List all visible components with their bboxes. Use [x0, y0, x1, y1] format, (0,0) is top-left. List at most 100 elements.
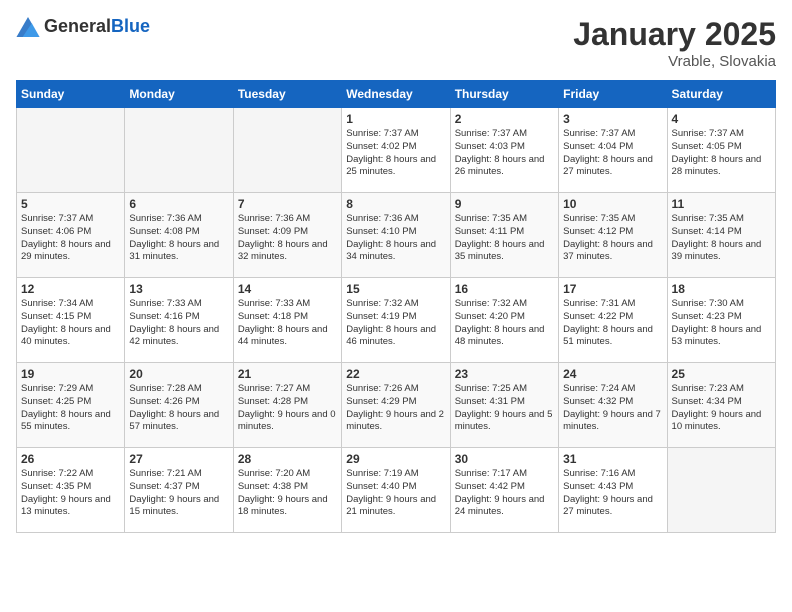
calendar-cell: 9 Sunrise: 7:35 AMSunset: 4:11 PMDaylight…: [450, 193, 558, 278]
day-info: Sunrise: 7:36 AMSunset: 4:08 PMDaylight:…: [129, 213, 228, 264]
day-info: Sunrise: 7:37 AMSunset: 4:02 PMDaylight:…: [346, 128, 445, 179]
column-header-sunday: Sunday: [17, 81, 125, 108]
calendar-cell: 10Sunrise: 7:35 AMSunset: 4:12 PMDayligh…: [559, 193, 667, 278]
day-number: 11: [672, 197, 771, 211]
column-header-thursday: Thursday: [450, 81, 558, 108]
day-info: Sunrise: 7:32 AMSunset: 4:19 PMDaylight:…: [346, 298, 445, 349]
calendar-title: January 2025: [573, 16, 776, 53]
day-info: Sunrise: 7:35 AMSunset: 4:14 PMDaylight:…: [672, 213, 771, 264]
day-info: Sunrise: 7:21 AMSunset: 4:37 PMDaylight:…: [129, 468, 228, 519]
page-header: GeneralBlue January 2025 Vrable, Slovaki…: [16, 16, 776, 70]
day-info: Sunrise: 7:31 AMSunset: 4:22 PMDaylight:…: [563, 298, 662, 349]
calendar-cell: [17, 108, 125, 193]
calendar-cell: 2Sunrise: 7:37 AMSunset: 4:03 PMDaylight…: [450, 108, 558, 193]
day-info: Sunrise: 7:16 AMSunset: 4:43 PMDaylight:…: [563, 468, 662, 519]
calendar-cell: 16Sunrise: 7:32 AMSunset: 4:20 PMDayligh…: [450, 278, 558, 363]
day-number: 23: [455, 367, 554, 381]
day-number: 18: [672, 282, 771, 296]
day-number: 29: [346, 452, 445, 466]
calendar-cell: 5Sunrise: 7:37 AMSunset: 4:06 PMDaylight…: [17, 193, 125, 278]
calendar-cell: 13Sunrise: 7:33 AMSunset: 4:16 PMDayligh…: [125, 278, 233, 363]
day-info: Sunrise: 7:36 AMSunset: 4:10 PMDaylight:…: [346, 213, 445, 264]
day-number: 3: [563, 112, 662, 126]
day-number: 27: [129, 452, 228, 466]
day-info: Sunrise: 7:20 AMSunset: 4:38 PMDaylight:…: [238, 468, 337, 519]
calendar-week-1: 1 Sunrise: 7:37 AMSunset: 4:02 PMDaylight…: [17, 108, 776, 193]
day-info: Sunrise: 7:23 AMSunset: 4:34 PMDaylight:…: [672, 383, 771, 434]
day-number: 19: [21, 367, 120, 381]
day-info: Sunrise: 7:34 AMSunset: 4:15 PMDaylight:…: [21, 298, 120, 349]
day-info: Sunrise: 7:22 AMSunset: 4:35 PMDaylight:…: [21, 468, 120, 519]
calendar-cell: 6 Sunrise: 7:36 AMSunset: 4:08 PMDaylight…: [125, 193, 233, 278]
day-number: 10: [563, 197, 662, 211]
calendar-cell: 27 Sunrise: 7:21 AMSunset: 4:37 PMDayligh…: [125, 448, 233, 533]
day-number: 12: [21, 282, 120, 296]
day-number: 7: [238, 197, 337, 211]
day-number: 22: [346, 367, 445, 381]
day-number: 24: [563, 367, 662, 381]
calendar-cell: 19 Sunrise: 7:29 AMSunset: 4:25 PMDayligh…: [17, 363, 125, 448]
day-info: Sunrise: 7:29 AMSunset: 4:25 PMDaylight:…: [21, 383, 120, 434]
day-info: Sunrise: 7:24 AMSunset: 4:32 PMDaylight:…: [563, 383, 662, 434]
calendar-subtitle: Vrable, Slovakia: [573, 53, 776, 70]
calendar-cell: 17Sunrise: 7:31 AMSunset: 4:22 PMDayligh…: [559, 278, 667, 363]
day-info: Sunrise: 7:36 AMSunset: 4:09 PMDaylight:…: [238, 213, 337, 264]
calendar-cell: 25 Sunrise: 7:23 AMSunset: 4:34 PMDayligh…: [667, 363, 775, 448]
day-number: 30: [455, 452, 554, 466]
calendar-cell: 4 Sunrise: 7:37 AMSunset: 4:05 PMDaylight…: [667, 108, 775, 193]
day-number: 14: [238, 282, 337, 296]
calendar-cell: 22 Sunrise: 7:26 AMSunset: 4:29 PMDayligh…: [342, 363, 450, 448]
day-number: 4: [672, 112, 771, 126]
calendar-cell: 23 Sunrise: 7:25 AMSunset: 4:31 PMDayligh…: [450, 363, 558, 448]
day-info: Sunrise: 7:28 AMSunset: 4:26 PMDaylight:…: [129, 383, 228, 434]
column-header-friday: Friday: [559, 81, 667, 108]
calendar-cell: 28 Sunrise: 7:20 AMSunset: 4:38 PMDayligh…: [233, 448, 341, 533]
day-number: 26: [21, 452, 120, 466]
day-info: Sunrise: 7:35 AMSunset: 4:11 PMDaylight:…: [455, 213, 554, 264]
column-header-monday: Monday: [125, 81, 233, 108]
calendar-cell: 18Sunrise: 7:30 AMSunset: 4:23 PMDayligh…: [667, 278, 775, 363]
calendar-header-row: SundayMondayTuesdayWednesdayThursdayFrid…: [17, 81, 776, 108]
calendar-week-3: 12 Sunrise: 7:34 AMSunset: 4:15 PMDayligh…: [17, 278, 776, 363]
calendar-cell: 20Sunrise: 7:28 AMSunset: 4:26 PMDayligh…: [125, 363, 233, 448]
calendar-cell: 26 Sunrise: 7:22 AMSunset: 4:35 PMDayligh…: [17, 448, 125, 533]
calendar-cell: 12 Sunrise: 7:34 AMSunset: 4:15 PMDayligh…: [17, 278, 125, 363]
day-info: Sunrise: 7:25 AMSunset: 4:31 PMDaylight:…: [455, 383, 554, 434]
day-number: 15: [346, 282, 445, 296]
day-number: 31: [563, 452, 662, 466]
day-info: Sunrise: 7:33 AMSunset: 4:18 PMDaylight:…: [238, 298, 337, 349]
day-info: Sunrise: 7:33 AMSunset: 4:16 PMDaylight:…: [129, 298, 228, 349]
calendar-cell: 31 Sunrise: 7:16 AMSunset: 4:43 PMDayligh…: [559, 448, 667, 533]
day-number: 1: [346, 112, 445, 126]
day-number: 2: [455, 112, 554, 126]
calendar-cell: 11 Sunrise: 7:35 AMSunset: 4:14 PMDayligh…: [667, 193, 775, 278]
logo-general-text: GeneralBlue: [44, 16, 150, 37]
logo-icon: [16, 17, 40, 37]
column-header-tuesday: Tuesday: [233, 81, 341, 108]
day-info: Sunrise: 7:37 AMSunset: 4:04 PMDaylight:…: [563, 128, 662, 179]
calendar-cell: 14 Sunrise: 7:33 AMSunset: 4:18 PMDayligh…: [233, 278, 341, 363]
calendar-cell: [667, 448, 775, 533]
day-number: 9: [455, 197, 554, 211]
day-info: Sunrise: 7:17 AMSunset: 4:42 PMDaylight:…: [455, 468, 554, 519]
column-header-saturday: Saturday: [667, 81, 775, 108]
day-number: 21: [238, 367, 337, 381]
day-number: 6: [129, 197, 228, 211]
calendar-table: SundayMondayTuesdayWednesdayThursdayFrid…: [16, 80, 776, 533]
calendar-cell: 24 Sunrise: 7:24 AMSunset: 4:32 PMDayligh…: [559, 363, 667, 448]
calendar-cell: 3 Sunrise: 7:37 AMSunset: 4:04 PMDaylight…: [559, 108, 667, 193]
day-info: Sunrise: 7:26 AMSunset: 4:29 PMDaylight:…: [346, 383, 445, 434]
calendar-cell: 30 Sunrise: 7:17 AMSunset: 4:42 PMDayligh…: [450, 448, 558, 533]
calendar-body: 1 Sunrise: 7:37 AMSunset: 4:02 PMDaylight…: [17, 108, 776, 533]
calendar-cell: [233, 108, 341, 193]
calendar-week-2: 5Sunrise: 7:37 AMSunset: 4:06 PMDaylight…: [17, 193, 776, 278]
day-number: 5: [21, 197, 120, 211]
column-header-wednesday: Wednesday: [342, 81, 450, 108]
day-number: 25: [672, 367, 771, 381]
day-info: Sunrise: 7:19 AMSunset: 4:40 PMDaylight:…: [346, 468, 445, 519]
calendar-cell: 29 Sunrise: 7:19 AMSunset: 4:40 PMDayligh…: [342, 448, 450, 533]
calendar-cell: 1 Sunrise: 7:37 AMSunset: 4:02 PMDaylight…: [342, 108, 450, 193]
day-info: Sunrise: 7:37 AMSunset: 4:05 PMDaylight:…: [672, 128, 771, 179]
day-number: 28: [238, 452, 337, 466]
calendar-cell: 8Sunrise: 7:36 AMSunset: 4:10 PMDaylight…: [342, 193, 450, 278]
